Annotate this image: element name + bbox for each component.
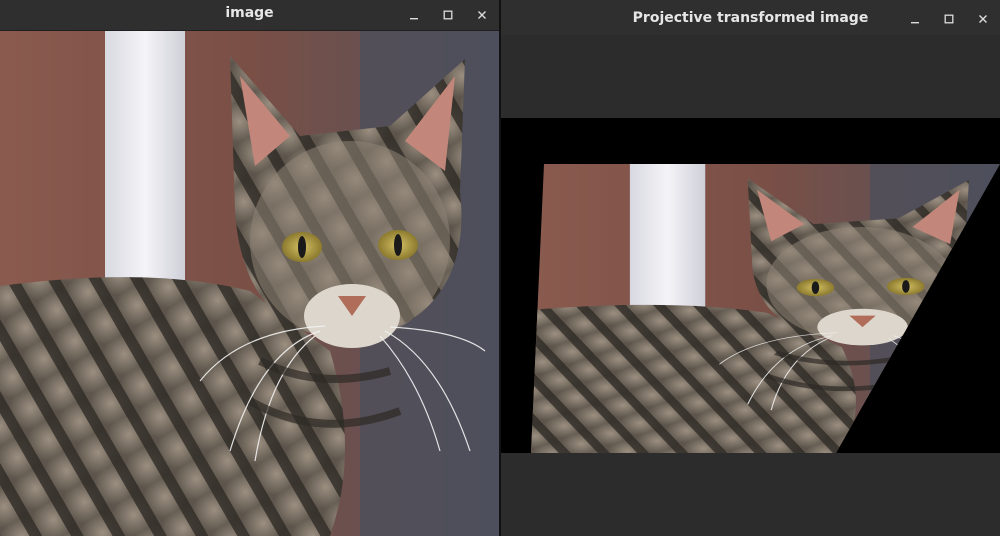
cat-photo <box>0 31 499 536</box>
minimize-button[interactable] <box>904 10 926 28</box>
image-window: image <box>0 0 499 536</box>
projective-image-canvas <box>501 118 1000 453</box>
image-canvas <box>0 31 499 536</box>
minimize-icon <box>410 18 418 20</box>
minimize-icon <box>911 22 919 24</box>
maximize-button[interactable] <box>437 6 459 24</box>
close-button[interactable] <box>972 10 994 28</box>
maximize-icon <box>443 10 453 20</box>
maximize-icon <box>944 14 954 24</box>
close-button[interactable] <box>471 6 493 24</box>
titlebar[interactable]: Projective transformed image <box>501 0 1000 35</box>
transformed-photo <box>531 164 1000 453</box>
transformed-cat-photo <box>531 164 1000 453</box>
projective-window: Projective transformed image <box>501 0 1000 536</box>
titlebar[interactable]: image <box>0 0 499 31</box>
maximize-button[interactable] <box>938 10 960 28</box>
window-controls <box>904 10 994 28</box>
close-icon <box>979 15 987 23</box>
close-icon <box>478 11 486 19</box>
window-controls <box>403 6 493 24</box>
minimize-button[interactable] <box>403 6 425 24</box>
